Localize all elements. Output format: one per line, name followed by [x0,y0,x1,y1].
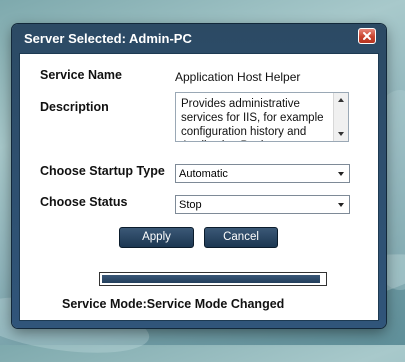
progress-bar [99,272,327,286]
title-bar[interactable]: Server Selected: Admin-PC [12,24,386,52]
startup-type-value: Automatic [179,168,228,180]
close-button[interactable] [358,28,376,44]
progress-fill [102,275,320,283]
cancel-button[interactable]: Cancel [204,227,278,248]
status-label: Choose Status [40,195,128,209]
apply-button[interactable]: Apply [119,227,194,248]
scroll-down-icon[interactable] [338,132,344,136]
description-label: Description [40,100,109,114]
status-value: Stop [179,199,202,211]
dropdown-arrow-icon [338,172,344,176]
description-textbox[interactable]: Provides administrative services for IIS… [175,92,349,142]
startup-type-label: Choose Startup Type [40,164,165,178]
startup-type-select[interactable]: Automatic [175,164,350,183]
service-dialog: Server Selected: Admin-PC Service Name A… [12,24,386,328]
description-text: Provides administrative services for IIS… [181,98,324,141]
service-name-label: Service Name [40,68,123,82]
service-name-value: Application Host Helper [175,70,301,84]
close-icon [363,32,371,40]
scroll-up-icon[interactable] [338,98,344,102]
dropdown-arrow-icon [338,203,344,207]
dialog-title: Server Selected: Admin-PC [24,31,192,46]
status-select[interactable]: Stop [175,195,350,214]
description-scrollbar[interactable] [333,93,348,141]
dialog-body: Service Name Application Host Helper Des… [19,53,379,321]
status-message: Service Mode:Service Mode Changed [62,297,285,311]
